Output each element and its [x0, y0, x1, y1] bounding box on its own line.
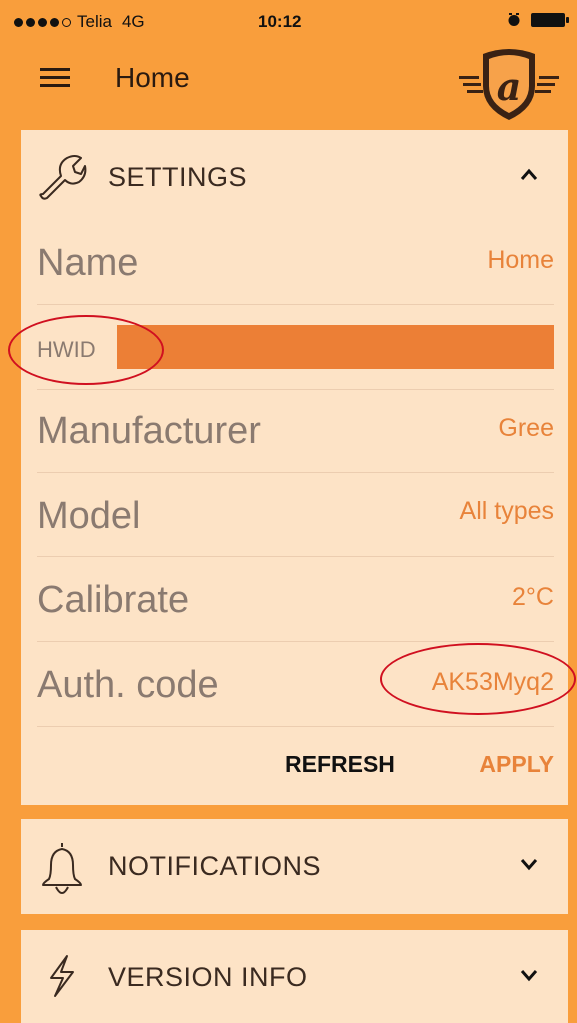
setting-label: Name	[37, 242, 139, 284]
carrier-name: Telia	[77, 12, 112, 31]
version-info-header[interactable]: VERSION INFO	[21, 930, 568, 1022]
setting-value[interactable]: AK53Myq2	[432, 668, 554, 697]
status-time: 10:12	[258, 12, 302, 31]
carrier-info: Telia 4G	[14, 12, 145, 32]
hamburger-menu-icon[interactable]	[40, 68, 70, 90]
alarm-icon	[507, 13, 521, 27]
setting-value[interactable]: Home	[487, 246, 554, 275]
setting-label: HWID	[37, 337, 96, 362]
settings-card: SETTINGS Name Home HWID Manufacturer Gre…	[21, 130, 568, 805]
settings-actions: REFRESH APPLY	[37, 727, 554, 797]
setting-value[interactable]: Gree	[498, 414, 554, 443]
app-logo: a	[459, 46, 559, 122]
chevron-down-icon[interactable]	[520, 966, 538, 984]
battery-icon	[531, 13, 569, 27]
nav-bar: Home a	[0, 38, 577, 126]
setting-row-name[interactable]: Name Home	[37, 220, 554, 305]
refresh-button[interactable]: REFRESH	[285, 751, 395, 778]
signal-strength-icon	[14, 17, 71, 27]
notifications-card: NOTIFICATIONS	[21, 819, 568, 914]
redacted-hwid-bar	[117, 325, 554, 369]
lightning-icon	[37, 950, 87, 1000]
settings-title: SETTINGS	[108, 162, 248, 192]
setting-label: Manufacturer	[37, 410, 261, 452]
wrench-icon	[37, 150, 87, 200]
chevron-up-icon[interactable]	[520, 166, 538, 184]
setting-row-model[interactable]: Model All types	[37, 473, 554, 557]
network-type: 4G	[121, 12, 145, 31]
notifications-title: NOTIFICATIONS	[108, 851, 321, 881]
setting-label: Model	[37, 495, 141, 537]
svg-text:a: a	[497, 64, 522, 109]
setting-label: Calibrate	[37, 579, 190, 621]
version-info-card: VERSION INFO	[21, 930, 568, 1023]
setting-row-hwid[interactable]: HWID	[37, 305, 554, 390]
settings-header[interactable]: SETTINGS	[21, 130, 568, 222]
setting-row-calibrate[interactable]: Calibrate 2°C	[37, 557, 554, 642]
page-title: Home	[115, 62, 190, 93]
setting-value[interactable]: 2°C	[512, 583, 554, 612]
setting-row-manufacturer[interactable]: Manufacturer Gree	[37, 390, 554, 473]
status-bar: Telia 4G 10:12	[0, 0, 577, 38]
bell-icon	[37, 839, 87, 894]
apply-button[interactable]: APPLY	[479, 751, 554, 778]
version-info-title: VERSION INFO	[108, 962, 308, 992]
setting-label: Auth. code	[37, 664, 219, 706]
chevron-down-icon[interactable]	[520, 855, 538, 873]
setting-row-auth-code[interactable]: Auth. code AK53Myq2	[37, 642, 554, 727]
notifications-header[interactable]: NOTIFICATIONS	[21, 819, 568, 911]
setting-value[interactable]: All types	[460, 497, 554, 526]
